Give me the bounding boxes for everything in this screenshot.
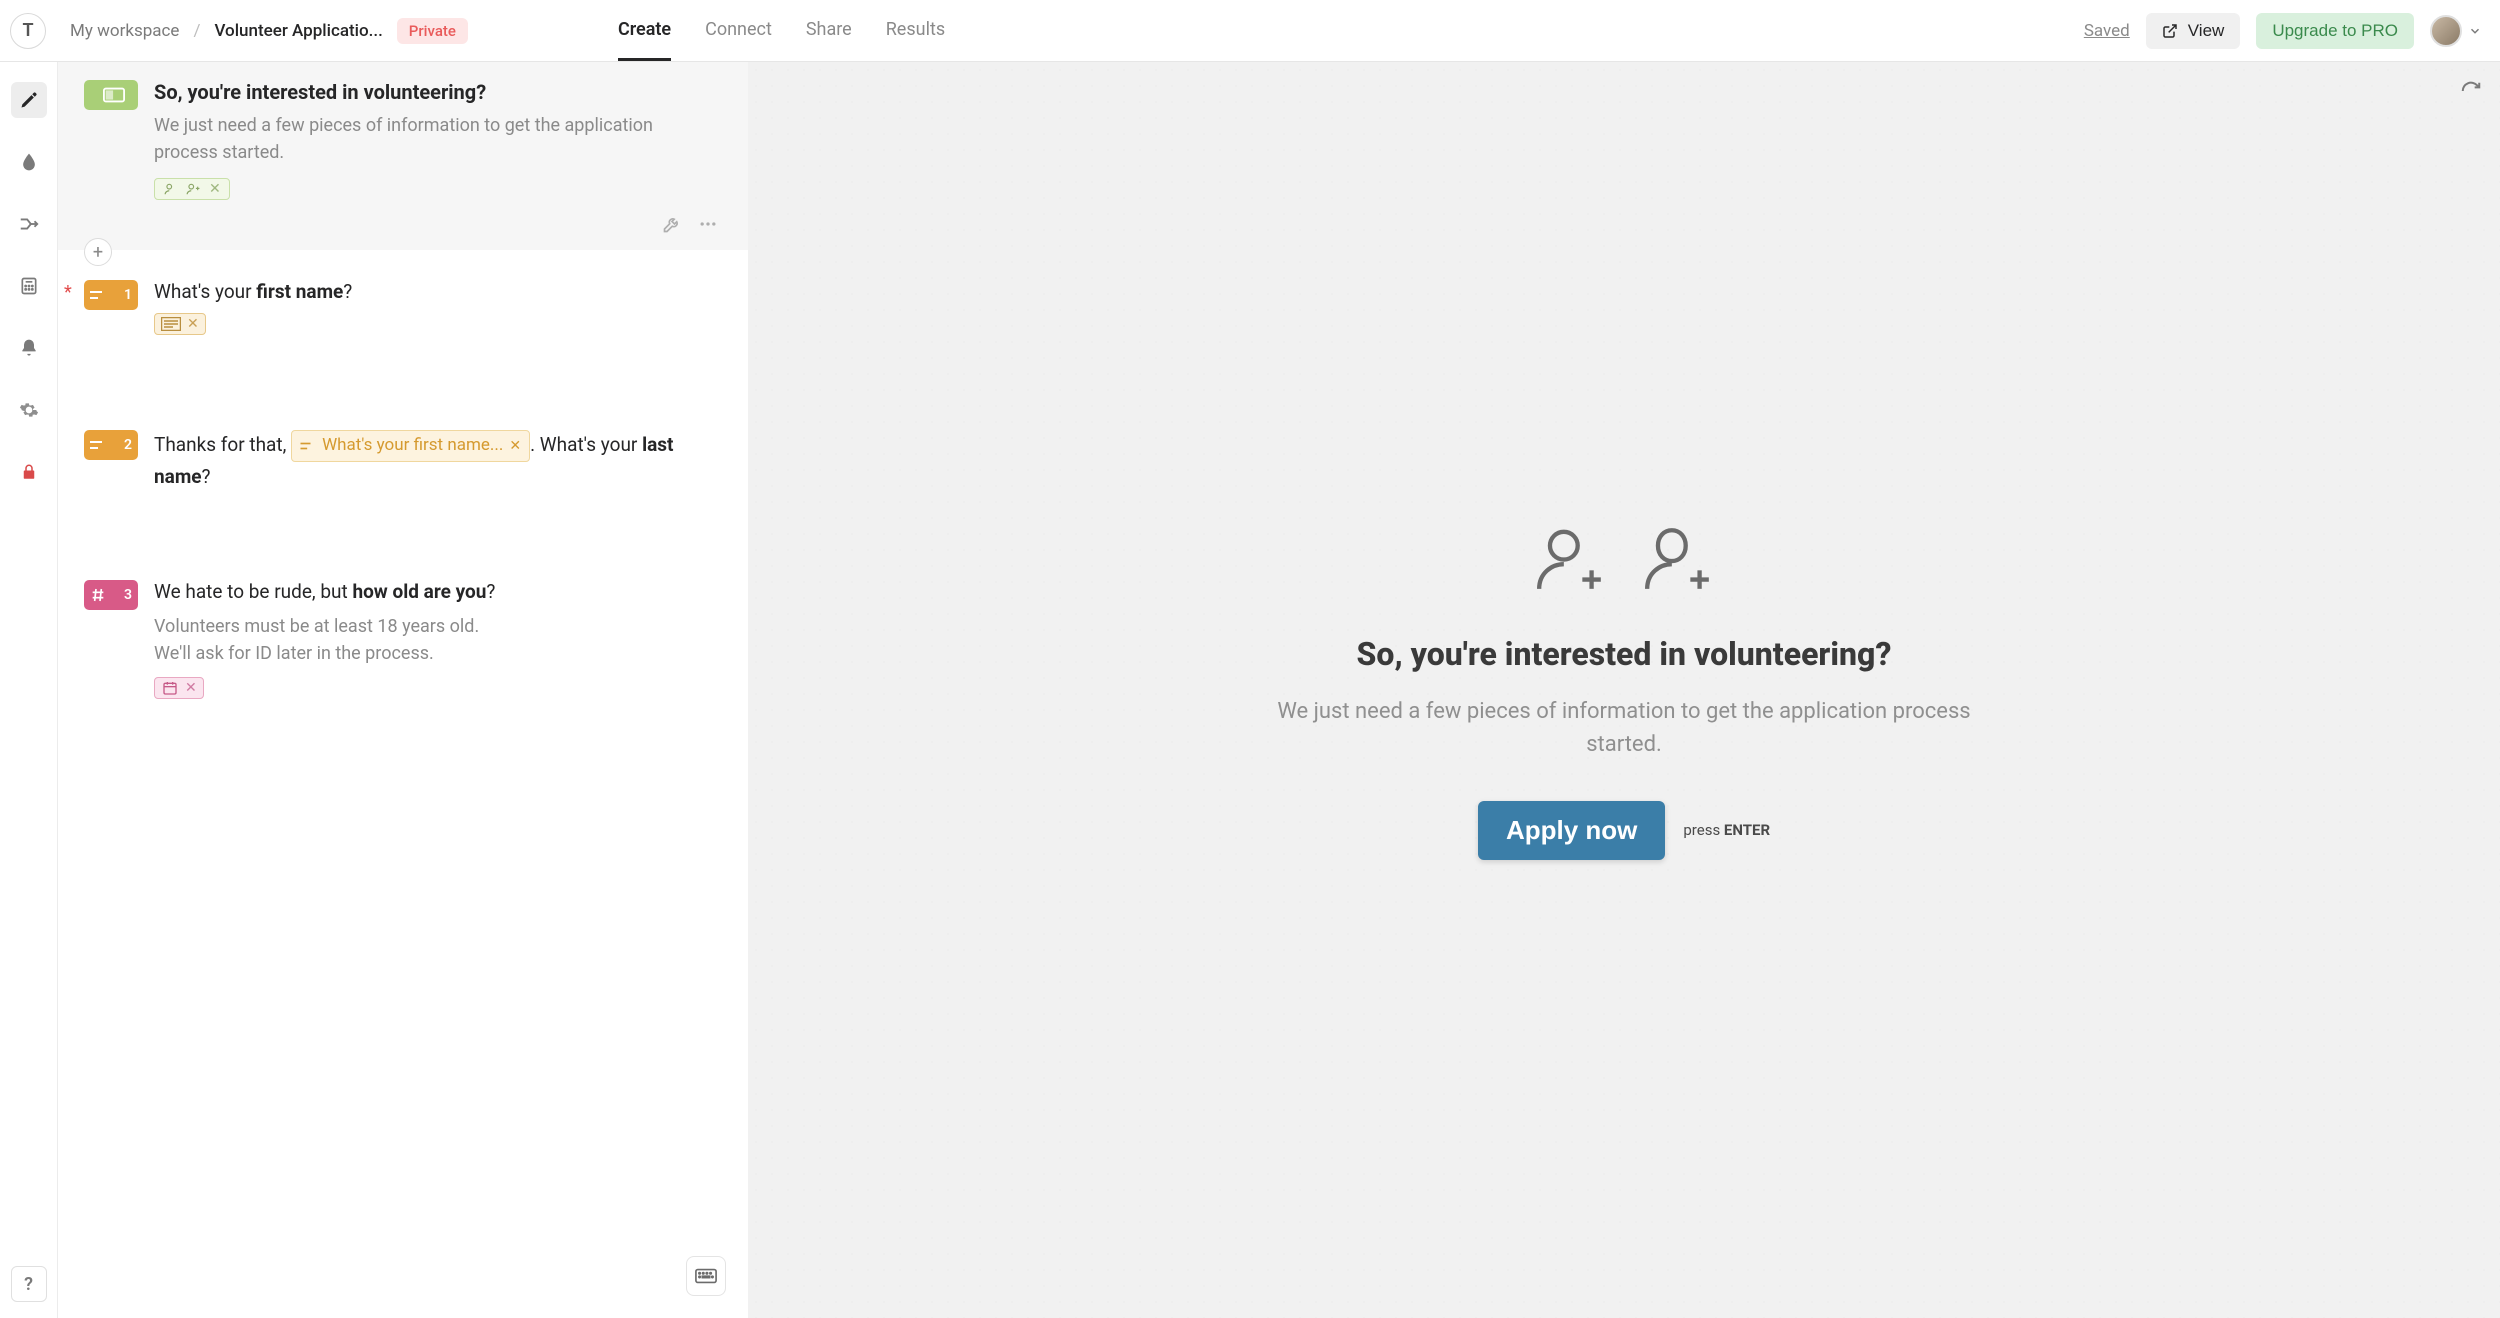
welcome-image-chip[interactable]: ✕: [154, 178, 230, 200]
remove-recall-icon[interactable]: ✕: [509, 435, 521, 457]
rail-logic[interactable]: [11, 206, 47, 242]
person-plus-icon: [163, 182, 179, 196]
welcome-type-badge: [84, 80, 138, 110]
account-menu[interactable]: [2430, 15, 2482, 47]
editor-column: So, you're interested in volunteering? W…: [58, 62, 748, 1318]
header-right: Saved View Upgrade to PRO: [2084, 13, 2482, 49]
q2-type-badge: 2: [84, 430, 138, 460]
person-plus-icon: [1641, 521, 1715, 595]
keyboard-shortcuts-button[interactable]: [686, 1256, 726, 1296]
saved-status[interactable]: Saved: [2084, 21, 2130, 41]
breadcrumb-separator: /: [193, 21, 200, 41]
tab-results[interactable]: Results: [886, 1, 945, 61]
q3-type-badge: 3: [84, 580, 138, 610]
external-link-icon: [2162, 23, 2178, 39]
main: So, you're interested in volunteering? W…: [58, 62, 2500, 1318]
preview-title: So, you're interested in volunteering?: [1357, 635, 1892, 673]
rail-calculator[interactable]: [11, 268, 47, 304]
left-rail: ?: [0, 62, 58, 1318]
remove-chip-icon[interactable]: ✕: [209, 181, 221, 197]
q3-layout-chip[interactable]: ✕: [154, 677, 204, 699]
privacy-badge[interactable]: Private: [397, 18, 468, 44]
q1-number: 1: [124, 287, 138, 303]
required-indicator: *: [64, 282, 72, 303]
rail-notifications[interactable]: [11, 330, 47, 366]
welcome-desc[interactable]: We just need a few pieces of information…: [154, 112, 714, 166]
preview-hero-icons: [1533, 521, 1715, 595]
calculator-icon: [19, 276, 39, 296]
q1-layout-chip[interactable]: ✕: [154, 313, 206, 335]
q3-desc-2[interactable]: We'll ask for ID later in the process.: [154, 640, 714, 667]
header: T My workspace / Volunteer Applicatio...…: [0, 0, 2500, 62]
q2-number: 2: [124, 437, 138, 453]
person-plus-icon: [1533, 521, 1607, 595]
question-icon: ?: [24, 1274, 33, 1295]
person-plus-icon: [185, 182, 201, 196]
q3-text[interactable]: We hate to be rude, but how old are you?: [154, 580, 722, 603]
rail-content[interactable]: [11, 82, 47, 118]
rail-access[interactable]: [11, 454, 47, 490]
block-question-1[interactable]: * 1 What's your first name? ✕: [58, 250, 748, 400]
block-question-3[interactable]: 3 We hate to be rude, but how old are yo…: [58, 550, 748, 718]
rail-design[interactable]: [11, 144, 47, 180]
avatar: [2430, 15, 2462, 47]
lock-icon: [20, 463, 38, 481]
breadcrumb-workspace[interactable]: My workspace: [70, 21, 179, 41]
bell-icon: [19, 338, 39, 358]
breadcrumb-form-name[interactable]: Volunteer Applicatio...: [214, 21, 382, 41]
keyboard-icon: [695, 1268, 717, 1284]
more-icon: [698, 214, 718, 234]
block-question-2[interactable]: 2 Thanks for that, What's your first nam…: [58, 400, 748, 550]
drop-icon: [19, 152, 39, 172]
upgrade-button[interactable]: Upgrade to PRO: [2256, 13, 2414, 49]
number-icon: [90, 587, 106, 603]
app-logo[interactable]: T: [10, 13, 46, 49]
preview-desc: We just need a few pieces of information…: [1274, 695, 1974, 761]
rail-settings[interactable]: [11, 392, 47, 428]
view-button-label: View: [2188, 21, 2225, 41]
preview-column: So, you're interested in volunteering? W…: [748, 62, 2500, 1318]
q2-text[interactable]: Thanks for that, What's your first name.…: [154, 430, 722, 492]
plus-icon: +: [93, 242, 103, 263]
block-tools: [662, 214, 718, 238]
q3-number: 3: [124, 587, 138, 603]
apply-button[interactable]: Apply now: [1478, 801, 1665, 860]
calendar-icon: [161, 680, 179, 696]
app-logo-letter: T: [22, 20, 33, 41]
q1-text[interactable]: What's your first name?: [154, 280, 722, 303]
press-enter-hint: press ENTER: [1683, 821, 1770, 839]
branch-icon: [18, 213, 40, 235]
block-welcome[interactable]: So, you're interested in volunteering? W…: [58, 62, 748, 250]
block-more-button[interactable]: [698, 214, 718, 238]
rail-help[interactable]: ?: [11, 1266, 47, 1302]
gear-icon: [19, 400, 39, 420]
welcome-title[interactable]: So, you're interested in volunteering?: [154, 80, 722, 104]
remove-chip-icon[interactable]: ✕: [185, 680, 197, 696]
short-text-icon: [90, 289, 108, 301]
breadcrumb: My workspace / Volunteer Applicatio...: [70, 21, 383, 41]
short-text-icon: [90, 439, 108, 451]
view-button[interactable]: View: [2146, 13, 2241, 49]
preview-cta-row: Apply now press ENTER: [1478, 801, 1770, 860]
chevron-down-icon: [2468, 24, 2482, 38]
text-layout-icon: [161, 317, 181, 331]
pencil-icon: [19, 90, 39, 110]
tab-connect[interactable]: Connect: [705, 1, 772, 61]
recall-label: What's your first name...: [322, 432, 503, 459]
nav-tabs: Create Connect Share Results: [618, 1, 945, 61]
q3-desc-1[interactable]: Volunteers must be at least 18 years old…: [154, 613, 714, 640]
preview-canvas: So, you're interested in volunteering? W…: [748, 62, 2500, 1318]
tab-share[interactable]: Share: [806, 1, 852, 61]
welcome-screen-icon: [103, 87, 125, 103]
recall-chip[interactable]: What's your first name... ✕: [291, 430, 530, 461]
remove-chip-icon[interactable]: ✕: [187, 316, 199, 332]
block-settings-button[interactable]: [662, 214, 682, 238]
wrench-icon: [662, 214, 682, 234]
tab-create[interactable]: Create: [618, 1, 671, 61]
q1-type-badge: 1: [84, 280, 138, 310]
short-text-icon: [300, 441, 316, 451]
add-block-button[interactable]: +: [84, 238, 112, 266]
